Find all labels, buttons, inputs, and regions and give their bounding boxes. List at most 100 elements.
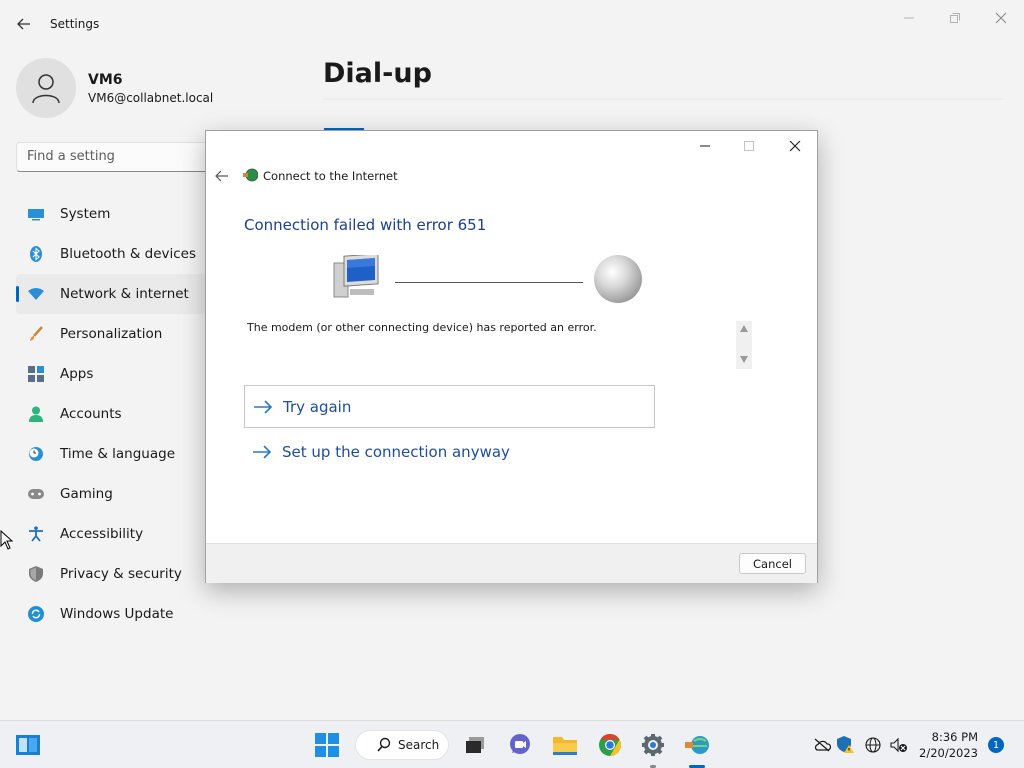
settings-app-button[interactable]: [637, 729, 669, 761]
notification-badge[interactable]: 1: [988, 737, 1004, 753]
volume-muted-button[interactable]: [890, 736, 908, 754]
sidebar-item-system[interactable]: System: [16, 194, 206, 234]
search-label: Search: [398, 738, 440, 752]
clock-date: 2/20/2023: [919, 746, 978, 760]
mouse-cursor-icon: [0, 530, 14, 550]
sidebar-item-label: Network & internet: [60, 286, 189, 302]
file-explorer-button[interactable]: [549, 729, 581, 761]
dialog-close-button[interactable]: [780, 137, 810, 155]
network-connection-icon: [243, 168, 258, 182]
gear-icon: [642, 734, 664, 756]
setup-anyway-label: Set up the connection anyway: [282, 442, 510, 461]
sidebar-item-label: Accounts: [60, 406, 122, 422]
sidebar-item-windows-update[interactable]: Windows Update: [16, 594, 206, 634]
chrome-button[interactable]: [594, 729, 626, 761]
sidebar-item-label: Gaming: [60, 486, 113, 502]
taskbar-clock[interactable]: 8:36 PM 2/20/2023: [910, 729, 978, 761]
accessibility-icon: [28, 526, 44, 542]
setup-anyway-link[interactable]: Set up the connection anyway: [244, 430, 655, 473]
chrome-icon: [599, 734, 621, 756]
app-title: Settings: [50, 17, 100, 31]
task-view-icon: [466, 737, 484, 753]
dialog-maximize-button[interactable]: [734, 137, 764, 155]
person-icon: [28, 406, 44, 422]
error-message: The modem (or other connecting device) h…: [247, 321, 597, 334]
connect-dialog: Connect to the Internet Connection faile…: [205, 130, 818, 583]
sidebar-item-label: Personalization: [60, 326, 163, 342]
cancel-button[interactable]: Cancel: [739, 553, 806, 574]
sidebar-item-gaming[interactable]: Gaming: [16, 474, 206, 514]
profile-email: VM6@collabnet.local: [88, 91, 214, 105]
search-icon: [377, 737, 391, 752]
sidebar-item-privacy[interactable]: Privacy & security: [16, 554, 206, 594]
sidebar-item-label: Accessibility: [60, 526, 144, 542]
minimize-icon: [904, 17, 914, 19]
computer-icon: [333, 255, 379, 298]
widgets-button[interactable]: [12, 729, 44, 761]
start-button[interactable]: [311, 729, 343, 761]
speaker-muted-icon: [890, 737, 907, 753]
sidebar-item-label: Windows Update: [60, 606, 174, 622]
taskbar-search-button[interactable]: Search: [355, 730, 449, 760]
network-connection-icon: [685, 736, 709, 754]
try-again-label: Try again: [283, 397, 352, 416]
back-arrow-icon[interactable]: [214, 168, 230, 184]
bluetooth-icon: [28, 246, 44, 262]
close-button[interactable]: [978, 8, 1024, 28]
sidebar-item-label: System: [60, 206, 111, 222]
dialog-footer: Cancel: [206, 543, 817, 583]
chat-icon: [510, 734, 530, 754]
page-title: Dial-up: [323, 58, 432, 89]
avatar[interactable]: [16, 58, 76, 118]
wifi-icon: [28, 286, 44, 302]
connection-line: [395, 282, 583, 283]
task-view-button[interactable]: [459, 729, 491, 761]
apps-icon: [28, 366, 44, 382]
sidebar-item-bluetooth[interactable]: Bluetooth & devices: [16, 234, 206, 274]
try-again-link[interactable]: Try again: [244, 385, 655, 428]
chat-button[interactable]: [504, 729, 536, 761]
sidebar-item-time-language[interactable]: Time & language: [16, 434, 206, 474]
user-icon: [32, 74, 60, 104]
clock-time: 8:36 PM: [931, 730, 978, 744]
sidebar-item-network[interactable]: Network & internet: [16, 274, 206, 314]
sidebar-item-apps[interactable]: Apps: [16, 354, 206, 394]
globe-network-icon: [865, 737, 881, 753]
taskbar: Search 8:36 PM 2/20/2023 1: [0, 720, 1024, 768]
sidebar-item-accounts[interactable]: Accounts: [16, 394, 206, 434]
sidebar-item-label: Bluetooth & devices: [60, 246, 197, 262]
maximize-icon: [744, 141, 754, 151]
monitor-icon: [28, 206, 44, 222]
network-connection-taskbar-button[interactable]: [681, 729, 713, 761]
clock-globe-icon: [28, 446, 44, 462]
dialog-minimize-button[interactable]: [690, 137, 720, 155]
title-bar: Settings: [0, 0, 1024, 48]
gamepad-icon: [28, 486, 44, 502]
search-placeholder: Find a setting: [27, 149, 115, 164]
sidebar-item-personalization[interactable]: Personalization: [16, 314, 206, 354]
network-status-button[interactable]: [864, 736, 882, 754]
sidebar-item-accessibility[interactable]: Accessibility: [16, 514, 206, 554]
arrow-right-icon: [253, 444, 272, 459]
scrollbar[interactable]: [736, 321, 752, 369]
minimize-button[interactable]: [886, 8, 932, 28]
folder-icon: [553, 737, 577, 755]
divider: [323, 98, 1003, 100]
sidebar-item-label: Apps: [60, 366, 94, 382]
scroll-down-icon[interactable]: [740, 356, 748, 363]
error-heading: Connection failed with error 651: [244, 216, 487, 234]
globe-icon: [594, 255, 642, 303]
sidebar-item-label: Time & language: [60, 446, 176, 462]
maximize-button[interactable]: [932, 8, 978, 28]
back-arrow-icon[interactable]: [14, 14, 34, 34]
close-icon: [995, 12, 1007, 24]
onedrive-offline-button[interactable]: [813, 736, 831, 754]
restore-icon: [950, 13, 960, 23]
cloud-offline-icon: [814, 738, 831, 752]
security-alert-button[interactable]: [837, 736, 855, 754]
shield-warning-icon: [837, 736, 854, 753]
dialog-title: Connect to the Internet: [263, 169, 398, 183]
selection-indicator: [16, 286, 19, 302]
arrow-right-icon: [254, 399, 273, 414]
scroll-up-icon[interactable]: [740, 325, 748, 332]
